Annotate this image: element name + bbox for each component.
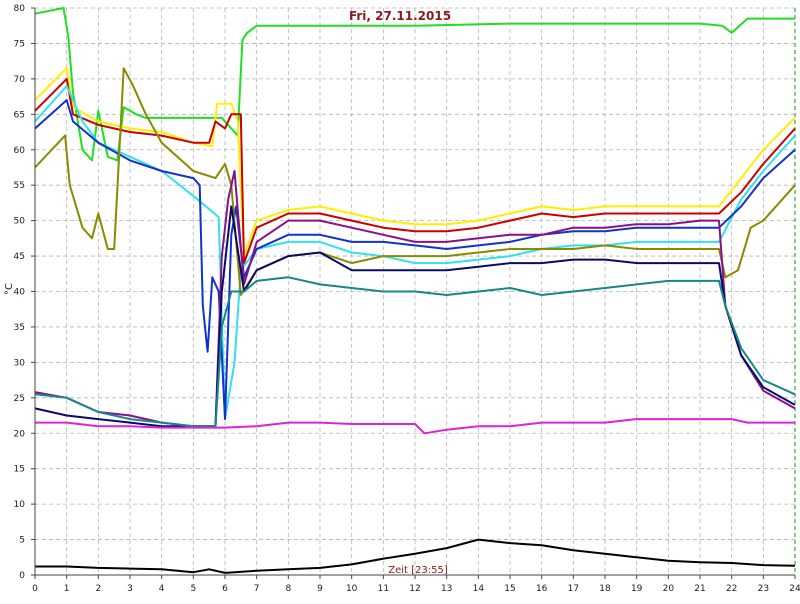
x-tick-label: 8 bbox=[285, 584, 291, 594]
x-tick-label: 13 bbox=[441, 584, 452, 594]
y-axis-label: °C bbox=[4, 283, 15, 295]
x-tick-label: 9 bbox=[317, 584, 323, 594]
x-tick-label: 20 bbox=[663, 584, 675, 594]
y-tick-label: 80 bbox=[14, 4, 26, 14]
x-axis-label: Zeit [23:55] bbox=[388, 565, 448, 576]
x-tick-label: 18 bbox=[599, 584, 611, 594]
y-tick-label: 45 bbox=[14, 252, 25, 262]
y-tick-label: 70 bbox=[14, 75, 26, 85]
y-tick-label: 35 bbox=[14, 323, 25, 333]
y-tick-label: 5 bbox=[19, 536, 25, 546]
x-tick-label: 4 bbox=[159, 584, 165, 594]
x-tick-label: 21 bbox=[694, 584, 705, 594]
x-tick-label: 3 bbox=[127, 584, 133, 594]
x-tick-label: 7 bbox=[254, 584, 260, 594]
chart-svg: 0 1 2 3 4 5 6 7 8 9 10 11 12 13 14 15 16 17 18 19 20 21 22 23 24… bbox=[0, 0, 800, 600]
x-tick-label: 23 bbox=[758, 584, 769, 594]
y-tick-label: 15 bbox=[14, 465, 25, 475]
y-tick-label: 65 bbox=[14, 110, 25, 120]
x-tick-label: 2 bbox=[95, 584, 101, 594]
y-tick-label: 60 bbox=[14, 146, 26, 156]
x-tick-label: 5 bbox=[190, 584, 196, 594]
x-tick-label: 6 bbox=[222, 584, 228, 594]
temperature-chart: 0 1 2 3 4 5 6 7 8 9 10 11 12 13 14 15 16 17 18 19 20 21 22 23 24… bbox=[0, 0, 800, 600]
x-tick-label: 0 bbox=[32, 584, 38, 594]
chart-title: Fri, 27.11.2015 bbox=[349, 9, 451, 23]
y-tick-label: 25 bbox=[14, 394, 25, 404]
y-tick-label: 10 bbox=[14, 500, 26, 510]
y-tick-label: 0 bbox=[19, 571, 25, 581]
x-tick-label: 16 bbox=[536, 584, 548, 594]
x-tick-label: 17 bbox=[568, 584, 579, 594]
x-tick-label: 24 bbox=[789, 584, 800, 594]
y-tick-label: 20 bbox=[14, 429, 26, 439]
x-tick-label: 19 bbox=[631, 584, 643, 594]
x-tick-label: 14 bbox=[473, 584, 485, 594]
y-tick-label: 40 bbox=[14, 288, 26, 298]
y-tick-label: 55 bbox=[14, 181, 25, 191]
y-tick-label: 75 bbox=[14, 39, 25, 49]
x-tick-label: 11 bbox=[378, 584, 389, 594]
x-tick-label: 12 bbox=[409, 584, 420, 594]
y-tick-label: 30 bbox=[14, 358, 26, 368]
x-tick-label: 10 bbox=[346, 584, 358, 594]
x-tick-label: 1 bbox=[64, 584, 70, 594]
x-tick-label: 22 bbox=[726, 584, 737, 594]
x-tick-label: 15 bbox=[504, 584, 515, 594]
y-tick-label: 50 bbox=[14, 217, 26, 227]
